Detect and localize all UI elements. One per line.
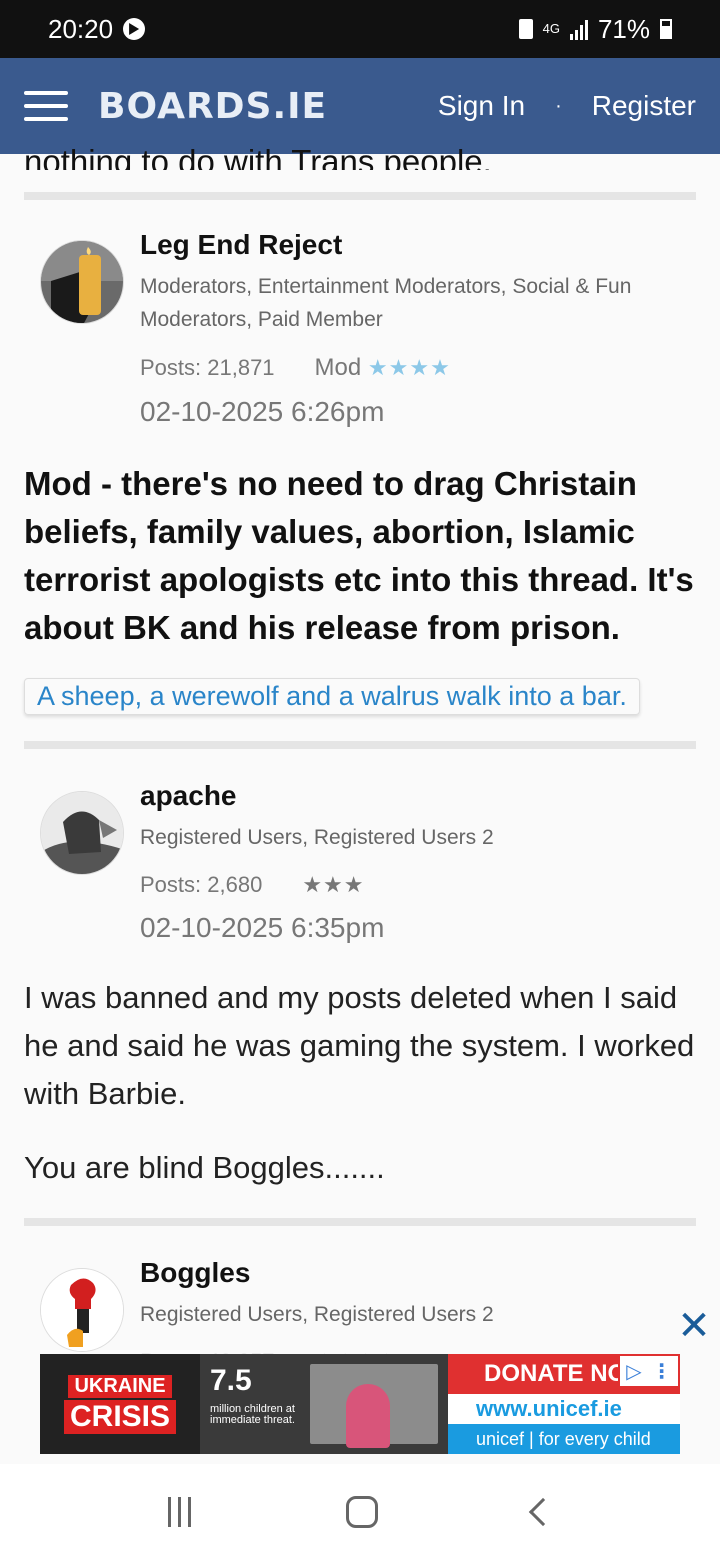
status-time: 20:20: [48, 13, 114, 44]
menu-icon[interactable]: [24, 91, 68, 121]
post-date[interactable]: 02-10-2025 6:26pm: [140, 396, 696, 428]
home-icon[interactable]: [345, 1496, 378, 1528]
post-author: apache Registered Users, Registered User…: [24, 779, 696, 944]
site-logo[interactable]: BOARDS.IE: [98, 86, 327, 127]
banner-ad[interactable]: UKRAINE CRISIS 7.5 million children at i…: [40, 1354, 680, 1454]
post: apache Registered Users, Registered User…: [24, 779, 696, 1192]
post-signature[interactable]: A sheep, a werewolf and a walrus walk in…: [24, 678, 640, 715]
avatar[interactable]: [40, 240, 124, 324]
star-icon: ★★★: [302, 872, 365, 897]
signal-icon: [569, 18, 588, 40]
username[interactable]: Boggles: [140, 1256, 696, 1290]
adchoices-icon[interactable]: ▷ ⋮: [618, 1354, 680, 1388]
post-divider: [24, 741, 696, 749]
username[interactable]: Leg End Reject: [140, 228, 696, 262]
ad-cta: DONATE NOW ▷ ⋮ www.unicef.ie unicef | for…: [448, 1354, 680, 1454]
ad-donate[interactable]: DONATE NOW ▷ ⋮: [448, 1354, 680, 1394]
post-divider: [24, 1218, 696, 1226]
site-header: BOARDS.IE Sign In · Register: [0, 58, 720, 154]
post-date[interactable]: 02-10-2025 6:35pm: [140, 912, 696, 944]
ad-small-text: million children at immediate threat.: [210, 1403, 295, 1426]
thread-content: nothing to do with Trans people. Leg End…: [24, 143, 696, 1375]
post-divider: [24, 192, 696, 200]
network-type: 4G: [542, 21, 560, 36]
ad-crisis: CRISIS: [63, 1399, 177, 1434]
avatar[interactable]: [40, 791, 124, 875]
ad-ukraine-crisis: UKRAINE CRISIS: [40, 1354, 200, 1454]
auth-links: Sign In · Register: [438, 90, 696, 122]
rank-label: Mod ★★★★: [315, 354, 451, 382]
separator: ·: [555, 94, 562, 117]
user-roles: Registered Users, Registered Users 2: [140, 1303, 494, 1326]
user-stats: Posts: 21,871 Mod ★★★★: [140, 354, 696, 382]
user-stats: Posts: 2,680 ★★★: [140, 872, 696, 898]
ad-stat: 7.5 million children at immediate threat…: [200, 1354, 448, 1454]
post-body: Mod - there's no need to drag Christain …: [24, 465, 694, 646]
ad-child-image: [310, 1364, 438, 1448]
battery-icon: [660, 19, 672, 39]
post-author: Leg End Reject Moderators, Entertainment…: [24, 228, 696, 428]
back-icon[interactable]: [528, 1497, 557, 1527]
rank-text: Mod: [314, 354, 362, 381]
close-ad-icon[interactable]: ✕: [676, 1306, 712, 1346]
post: Leg End Reject Moderators, Entertainment…: [24, 228, 696, 715]
ad-url[interactable]: www.unicef.ie: [448, 1394, 680, 1424]
battery-percent: 71%: [597, 13, 650, 44]
sync-icon: [123, 18, 146, 40]
avatar[interactable]: [40, 1268, 124, 1352]
post-body-paragraph: You are blind Boggles.......: [24, 1150, 385, 1185]
recent-apps-icon[interactable]: [167, 1497, 191, 1527]
user-roles: Registered Users, Registered Users 2: [140, 826, 494, 849]
status-bar: 20:20 4G 71%: [0, 0, 720, 58]
previous-post-text: nothing to do with Trans people.: [24, 143, 492, 170]
recycle-icon: [518, 19, 533, 39]
register-link[interactable]: Register: [592, 90, 696, 122]
sign-in-link[interactable]: Sign In: [438, 90, 525, 122]
ad-number: 7.5: [210, 1364, 252, 1397]
system-nav-bar: [0, 1464, 720, 1560]
post-count: Posts: 21,871: [140, 355, 275, 380]
ad-ukraine: UKRAINE: [68, 1374, 172, 1398]
star-icon: ★★★★: [367, 355, 451, 380]
post-body-paragraph: I was banned and my posts deleted when I…: [24, 980, 695, 1111]
post-count: Posts: 2,680: [140, 872, 263, 897]
user-roles: Moderators, Entertainment Moderators, So…: [140, 275, 632, 331]
username[interactable]: apache: [140, 779, 696, 813]
ad-tagline: unicef | for every child: [448, 1424, 680, 1454]
